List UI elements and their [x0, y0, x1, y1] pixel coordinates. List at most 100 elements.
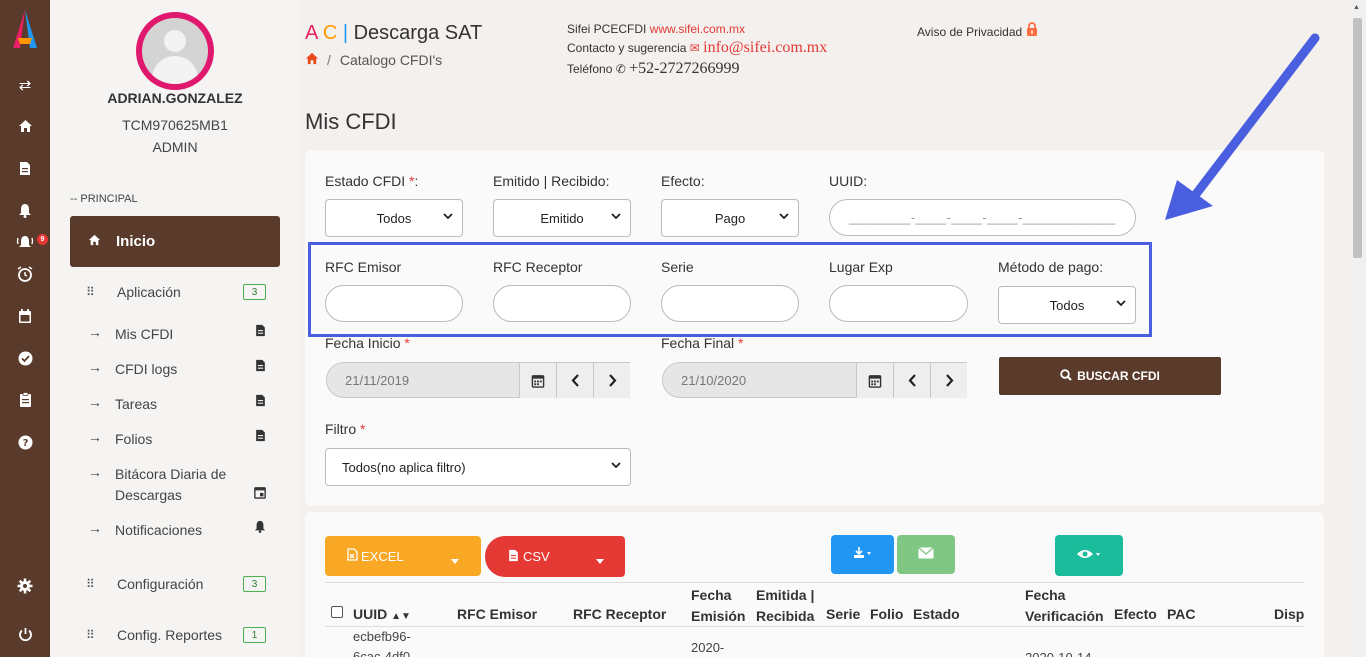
file-excel-icon	[347, 548, 358, 564]
lugar-exp-input[interactable]	[829, 285, 968, 322]
select-all-checkbox[interactable]	[331, 606, 343, 618]
scroll-up-icon[interactable]: ▲	[1353, 4, 1360, 11]
table-cell-uuid: ecbefb96-	[353, 629, 411, 644]
chevron-right-icon[interactable]	[930, 363, 967, 398]
arrow-icon: →	[88, 520, 102, 536]
breadcrumb-current: Catalogo CFDI's	[339, 52, 443, 68]
table-divider	[325, 626, 1304, 627]
caret-down-icon	[596, 552, 604, 567]
download-button[interactable]	[831, 535, 894, 574]
swap-icon[interactable]: ⇄	[15, 75, 35, 95]
svg-text:?: ?	[22, 438, 28, 449]
lock-icon	[1026, 22, 1038, 39]
home-icon[interactable]	[305, 52, 319, 68]
calendar-icon[interactable]	[856, 363, 893, 398]
scrollbar[interactable]: ▲	[1349, 0, 1366, 657]
buscar-cfdi-button[interactable]: BUSCAR CFDI	[999, 357, 1221, 395]
column-header-serie[interactable]: Serie	[826, 606, 860, 622]
document-icon[interactable]	[15, 158, 35, 178]
envelope-icon: ✉	[689, 41, 700, 55]
arrow-icon: →	[88, 429, 102, 445]
phone-number: +52-2727266999	[629, 60, 740, 77]
column-header-uuid[interactable]: UUID ▲▼	[353, 606, 411, 622]
file-icon	[508, 549, 519, 565]
check-circle-icon[interactable]	[15, 348, 35, 368]
website-link[interactable]: www.sifei.com.mx	[650, 22, 745, 36]
chevron-down-icon	[1116, 298, 1126, 310]
fecha-final-field[interactable]: 21/10/2020	[662, 362, 967, 398]
chevron-right-icon[interactable]	[593, 363, 630, 398]
alarm-clock-icon[interactable]	[15, 264, 35, 284]
excel-button[interactable]: EXCEL	[325, 536, 481, 576]
sidebar-group-configuracion[interactable]: ⠿ Configuración 3	[86, 573, 266, 595]
column-header-rfc-receptor[interactable]: RFC Receptor	[573, 606, 666, 622]
csv-button[interactable]: CSV	[485, 536, 625, 577]
sort-icon: ▲▼	[391, 611, 411, 622]
efecto-select[interactable]: Pago	[661, 199, 799, 237]
sidebar-section-title: -- PRINCIPAL	[70, 193, 138, 205]
avatar[interactable]	[136, 12, 214, 90]
grid-icon: ⠿	[86, 577, 95, 591]
gear-icon[interactable]	[15, 576, 35, 596]
annotation-arrow	[1165, 33, 1320, 220]
table-divider	[325, 582, 1304, 583]
sidebar-item-bitacora[interactable]: → Bitácora Diaria de Descargas	[88, 464, 266, 508]
page-title: Mis CFDI	[305, 109, 397, 134]
serie-input[interactable]	[661, 285, 799, 322]
logo-icon[interactable]	[9, 8, 41, 52]
filtro-select[interactable]: Todos(no aplica filtro)	[325, 448, 631, 486]
arrow-icon: →	[88, 394, 102, 410]
rfc-emisor-label: RFC Emisor	[325, 259, 402, 275]
phone-icon: ✆	[615, 62, 626, 76]
column-header-fecha-emision[interactable]: Fecha Emisión	[691, 585, 751, 627]
bell-icon[interactable]	[15, 200, 35, 220]
chevron-down-icon	[443, 211, 453, 223]
column-header-estado[interactable]: Estado	[913, 606, 960, 622]
fecha-inicio-field[interactable]: 21/11/2019	[326, 362, 630, 398]
chevron-left-icon[interactable]	[556, 363, 593, 398]
column-header-efecto[interactable]: Efecto	[1114, 606, 1157, 622]
table-cell-fecha-verificacion: 2020-10-14	[1025, 650, 1092, 657]
user-role: ADMIN	[152, 139, 198, 155]
view-columns-button[interactable]	[1055, 535, 1123, 576]
chevron-down-icon	[611, 460, 621, 472]
calendar-icon[interactable]	[15, 306, 35, 326]
column-header-fecha-verificacion[interactable]: Fecha Verificación	[1025, 585, 1109, 627]
alarm-icon[interactable]	[15, 232, 35, 252]
arrow-icon: →	[88, 464, 102, 480]
serie-label: Serie	[661, 259, 694, 275]
email-link[interactable]: info@sifei.com.mx	[703, 39, 827, 56]
column-header-emitida-recibida[interactable]: Emitida | Recibida	[756, 585, 822, 627]
sidebar-group-config-reportes[interactable]: ⠿ Config. Reportes 1	[86, 624, 266, 646]
home-icon[interactable]	[15, 116, 35, 136]
help-icon[interactable]: ?	[15, 432, 35, 452]
column-header-folio[interactable]: Folio	[870, 606, 903, 622]
fecha-inicio-label: Fecha Inicio *	[325, 335, 410, 351]
privacy-link[interactable]: Aviso de Privacidad	[917, 22, 1038, 39]
calendar-icon[interactable]	[519, 363, 556, 398]
column-header-disp[interactable]: Disp	[1274, 606, 1304, 622]
sidebar-group-aplicacion[interactable]: ⠿ Aplicación 3	[86, 281, 266, 303]
column-header-rfc-emisor[interactable]: RFC Emisor	[457, 606, 537, 622]
email-button[interactable]	[897, 535, 955, 574]
scrollbar-thumb[interactable]	[1353, 18, 1362, 258]
column-header-pac[interactable]: PAC	[1167, 606, 1196, 622]
chevron-left-icon[interactable]	[893, 363, 930, 398]
metodo-pago-label: Método de pago:	[998, 259, 1104, 275]
clipboard-icon[interactable]	[15, 390, 35, 410]
estado-select[interactable]: Todos	[325, 199, 463, 237]
rfc-receptor-input[interactable]	[493, 285, 631, 322]
power-icon[interactable]	[15, 624, 35, 644]
metodo-pago-select[interactable]: Todos	[998, 286, 1136, 324]
uuid-input[interactable]: ________-____-____-____-____________	[829, 199, 1136, 236]
notification-badge: 9	[37, 234, 48, 245]
emitido-select[interactable]: Emitido	[493, 199, 631, 237]
sidebar-item-inicio[interactable]: Inicio	[70, 216, 280, 267]
document-icon	[255, 429, 266, 445]
document-icon	[255, 394, 266, 410]
filtro-label: Filtro *	[325, 421, 366, 437]
rfc-receptor-label: RFC Receptor	[493, 259, 583, 275]
table-cell-uuid-cont: 6cac-4df0	[353, 649, 411, 657]
rfc-emisor-input[interactable]	[325, 285, 463, 322]
document-icon	[255, 359, 266, 375]
